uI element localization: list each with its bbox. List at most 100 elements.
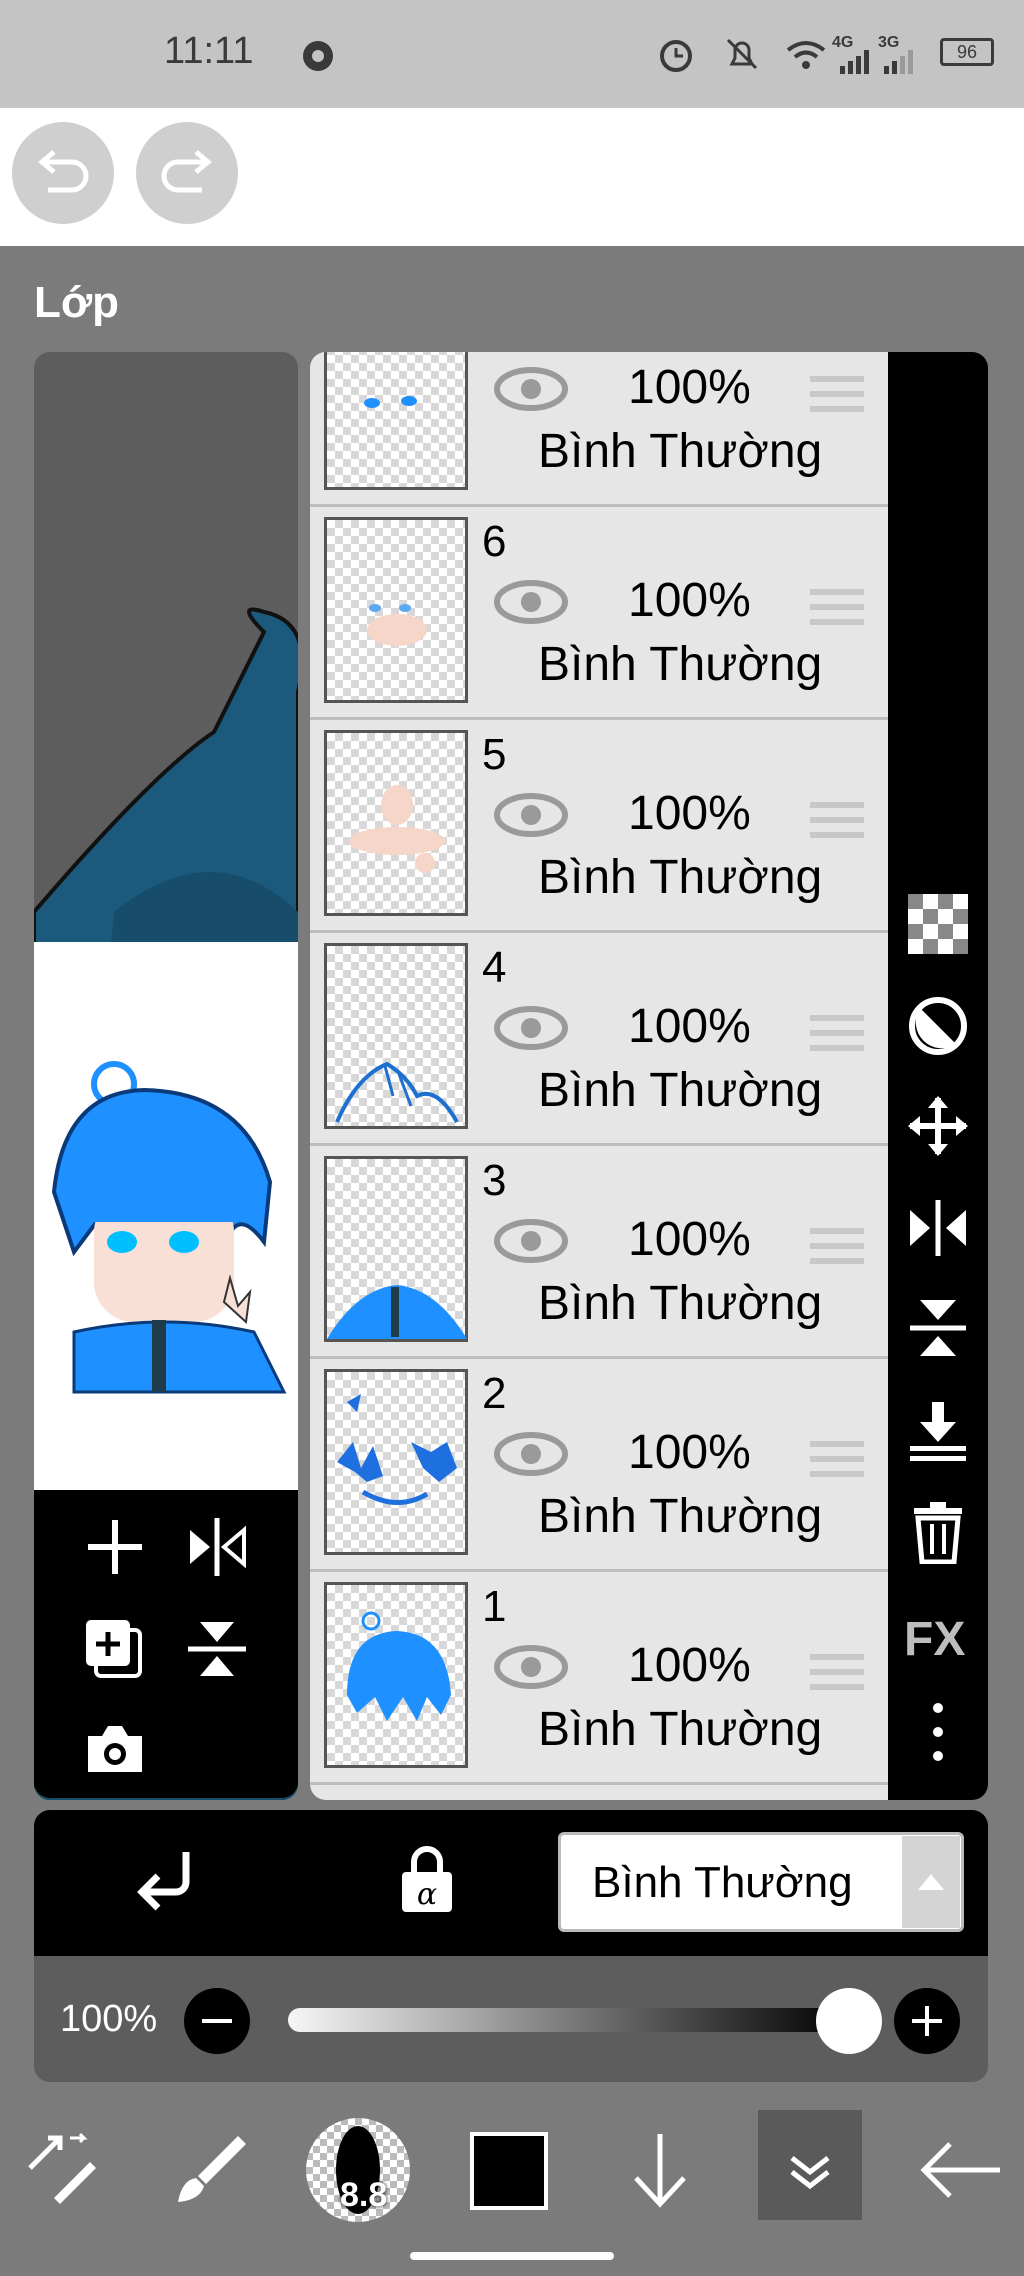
layer-row-3[interactable]: 3 100% Bình Thường (310, 1146, 888, 1359)
layer-2-art (337, 1394, 457, 1505)
svg-text:α: α (417, 1877, 437, 1912)
layer-thumbnail (324, 730, 468, 916)
opacity-decrease-button[interactable] (182, 1986, 252, 2056)
chevron-up-icon (918, 1874, 944, 1890)
layer-number: 2 (482, 1369, 507, 1418)
clip-icon[interactable] (130, 1846, 200, 1916)
layer-opacity: 100% (628, 1213, 751, 1266)
mirror-v-icon[interactable] (906, 1296, 970, 1360)
notifications-off-icon (726, 38, 758, 70)
layer-row-2[interactable]: 2 100% Bình Thường (310, 1359, 888, 1572)
wifi-icon (786, 41, 826, 69)
gesture-nav-bar[interactable] (410, 2252, 614, 2260)
layer-blend-mode: Bình Thường (538, 638, 823, 691)
layer-actions-bar: FX (888, 352, 988, 1800)
layer-7-art (364, 396, 417, 408)
alpha-lock-icon[interactable]: α (392, 1844, 462, 1916)
layer-opacity: 100% (628, 1639, 751, 1692)
eye-icon[interactable] (494, 1218, 568, 1264)
eye-icon[interactable] (494, 579, 568, 625)
layer-row-4[interactable]: 4 100% Bình Thường (310, 933, 888, 1146)
handle-icon[interactable] (810, 1652, 864, 1692)
back-arrow-icon[interactable] (916, 2130, 1006, 2210)
layer-thumbnail (324, 517, 468, 703)
checker-icon[interactable] (906, 892, 970, 956)
duplicate-icon[interactable] (80, 1614, 150, 1684)
opacity-increase-button[interactable] (892, 1986, 962, 2056)
undo-button[interactable] (12, 122, 114, 224)
battery-indicator: 96 (940, 38, 994, 66)
merge-down-icon[interactable] (906, 1398, 970, 1462)
move-icon[interactable] (906, 1094, 970, 1158)
layer-thumbnail (324, 943, 468, 1129)
opacity-slider[interactable] (288, 2008, 848, 2032)
layer-tools (34, 1490, 298, 1798)
layer-opacity: 100% (628, 361, 751, 414)
mirror-h-icon[interactable] (182, 1512, 252, 1582)
handle-icon[interactable] (810, 1226, 864, 1266)
layer-blend-mode: Bình Thường (538, 1490, 823, 1543)
handle-icon[interactable] (810, 1439, 864, 1479)
layer-thumbnail (324, 1582, 468, 1768)
redo-button[interactable] (136, 122, 238, 224)
layer-number: 5 (482, 730, 507, 779)
fx-button[interactable]: FX (904, 1612, 965, 1667)
layer-number: 6 (482, 517, 507, 566)
layer-number: 4 (482, 943, 507, 992)
eye-icon[interactable] (494, 792, 568, 838)
trash-icon[interactable] (906, 1500, 970, 1564)
opacity-slider-handle[interactable] (816, 1988, 882, 2054)
layer-6-art (367, 604, 427, 646)
eye-icon[interactable] (494, 1005, 568, 1051)
layer-opacity: 100% (628, 1426, 751, 1479)
layer-row-7[interactable]: 7 100% Bình Thường (310, 352, 888, 507)
layer-number: 1 (482, 1582, 507, 1631)
layer-thumbnail (324, 352, 468, 490)
layer-blend-mode: Bình Thường (538, 851, 823, 904)
handle-icon[interactable] (810, 1013, 864, 1053)
blend-mode-dropdown-button[interactable] (902, 1836, 960, 1928)
contrast-icon[interactable] (906, 994, 970, 1058)
layer-1-art (347, 1611, 451, 1721)
eye-icon[interactable] (494, 1431, 568, 1477)
opacity-label: 100% (60, 1998, 158, 2040)
double-chevron-down-icon (790, 2156, 830, 2190)
layer-panel-toggle[interactable] (758, 2110, 862, 2220)
layer-number: 7 (482, 352, 506, 354)
color-swatch[interactable] (470, 2132, 548, 2210)
add-layer-button[interactable] (80, 1512, 150, 1582)
camera-icon[interactable] (80, 1714, 150, 1784)
layer-preview-thumbnail (34, 942, 298, 1490)
blend-mode-value: Bình Thường (592, 1858, 853, 1907)
layer-4-art (335, 1061, 459, 1123)
handle-icon[interactable] (810, 587, 864, 627)
layer-blend-mode: Bình Thường (538, 425, 823, 478)
eye-icon[interactable] (494, 366, 568, 412)
signal-4g-icon (840, 50, 869, 74)
layer-thumbnail (324, 1369, 468, 1555)
character-drawing (51, 1061, 287, 1394)
handle-icon[interactable] (810, 374, 864, 414)
more-icon[interactable] (906, 1700, 970, 1764)
layer-row-6[interactable]: 6 100% Bình Thường (310, 507, 888, 720)
layer-blend-mode: Bình Thường (538, 1277, 823, 1330)
panel-title: Lớp (34, 278, 120, 327)
alarm-icon (660, 40, 692, 72)
brush-icon[interactable] (168, 2128, 254, 2214)
mirror-v-icon[interactable] (182, 1614, 252, 1684)
layer-opacity: 100% (628, 574, 751, 627)
arrow-down-icon[interactable] (620, 2126, 700, 2214)
layer-opacity: 100% (628, 787, 751, 840)
mirror-h-icon[interactable] (906, 1196, 970, 1260)
undo-icon (38, 150, 89, 193)
layer-3-art (327, 1285, 467, 1339)
signal-3g-icon (884, 50, 913, 74)
eye-icon[interactable] (494, 1644, 568, 1690)
chrome-icon (303, 41, 333, 71)
handle-icon[interactable] (810, 800, 864, 840)
layer-row-1[interactable]: 1 100% Bình Thường (310, 1572, 888, 1785)
transform-tool-icon[interactable] (20, 2128, 106, 2214)
layer-row-5[interactable]: 5 100% Bình Thường (310, 720, 888, 933)
layer-opacity: 100% (628, 1000, 751, 1053)
layer-list[interactable]: 7 100% Bình Thường 6 100% Bình Thường 5 … (310, 352, 888, 1800)
